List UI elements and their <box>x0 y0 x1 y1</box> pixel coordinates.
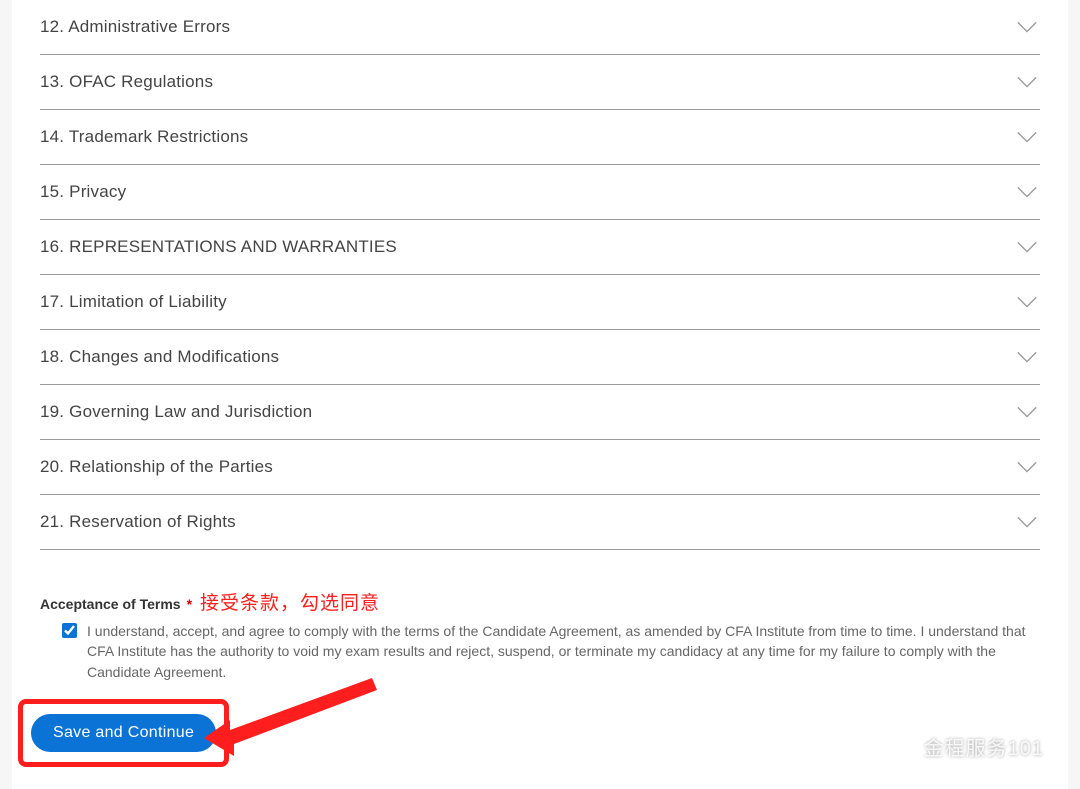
accordion-item[interactable]: 21. Reservation of Rights <box>40 495 1040 550</box>
accordion-item[interactable]: 17. Limitation of Liability <box>40 275 1040 330</box>
accordion-item-label: 20. Relationship of the Parties <box>40 457 273 477</box>
accordion-item-label: 16. REPRESENTATIONS AND WARRANTIES <box>40 237 397 257</box>
chevron-down-icon <box>1016 236 1038 258</box>
accordion-item[interactable]: 15. Privacy <box>40 165 1040 220</box>
accordion-item-label: 18. Changes and Modifications <box>40 347 279 367</box>
required-indicator: * <box>187 596 192 612</box>
page-card: 12. Administrative Errors 13. OFAC Regula… <box>12 0 1068 789</box>
button-area: Save and Continue <box>18 699 229 767</box>
accordion-item[interactable]: 13. OFAC Regulations <box>40 55 1040 110</box>
annotation-highlight-box: Save and Continue <box>18 699 229 767</box>
chevron-down-icon <box>1016 291 1038 313</box>
accordion-item[interactable]: 20. Relationship of the Parties <box>40 440 1040 495</box>
watermark-text: 金程服务101 <box>924 732 1044 761</box>
chevron-down-icon <box>1016 71 1038 93</box>
accordion-item-label: 15. Privacy <box>40 182 126 202</box>
acceptance-title: Acceptance of Terms <box>40 596 181 612</box>
acceptance-checkbox[interactable] <box>62 623 77 638</box>
accordion-item[interactable]: 16. REPRESENTATIONS AND WARRANTIES <box>40 220 1040 275</box>
accordion-item[interactable]: 18. Changes and Modifications <box>40 330 1040 385</box>
accordion-item-label: 21. Reservation of Rights <box>40 512 236 532</box>
accordion-item-label: 17. Limitation of Liability <box>40 292 227 312</box>
acceptance-header: Acceptance of Terms * 接受条款，勾选同意 <box>40 588 1040 615</box>
chevron-down-icon <box>1016 346 1038 368</box>
accordion-item[interactable]: 19. Governing Law and Jurisdiction <box>40 385 1040 440</box>
accordion-item-label: 14. Trademark Restrictions <box>40 127 248 147</box>
chevron-down-icon <box>1016 511 1038 533</box>
acceptance-checkbox-row[interactable]: I understand, accept, and agree to compl… <box>40 621 1040 682</box>
annotation-text: 接受条款，勾选同意 <box>200 588 380 615</box>
acceptance-checkbox-label: I understand, accept, and agree to compl… <box>87 621 1040 682</box>
accordion-item-label: 19. Governing Law and Jurisdiction <box>40 402 312 422</box>
chevron-down-icon <box>1016 456 1038 478</box>
accordion-list: 12. Administrative Errors 13. OFAC Regula… <box>12 0 1068 550</box>
chevron-down-icon <box>1016 16 1038 38</box>
wechat-icon <box>890 734 916 760</box>
accordion-item[interactable]: 14. Trademark Restrictions <box>40 110 1040 165</box>
save-continue-button[interactable]: Save and Continue <box>31 714 216 752</box>
chevron-down-icon <box>1016 401 1038 423</box>
annotation-arrow-icon <box>202 676 392 781</box>
accordion-item-label: 12. Administrative Errors <box>40 17 230 37</box>
accordion-item[interactable]: 12. Administrative Errors <box>40 0 1040 55</box>
chevron-down-icon <box>1016 181 1038 203</box>
watermark: 金程服务101 <box>890 732 1044 761</box>
accordion-item-label: 13. OFAC Regulations <box>40 72 213 92</box>
acceptance-section: Acceptance of Terms * 接受条款，勾选同意 I unders… <box>12 550 1068 682</box>
chevron-down-icon <box>1016 126 1038 148</box>
